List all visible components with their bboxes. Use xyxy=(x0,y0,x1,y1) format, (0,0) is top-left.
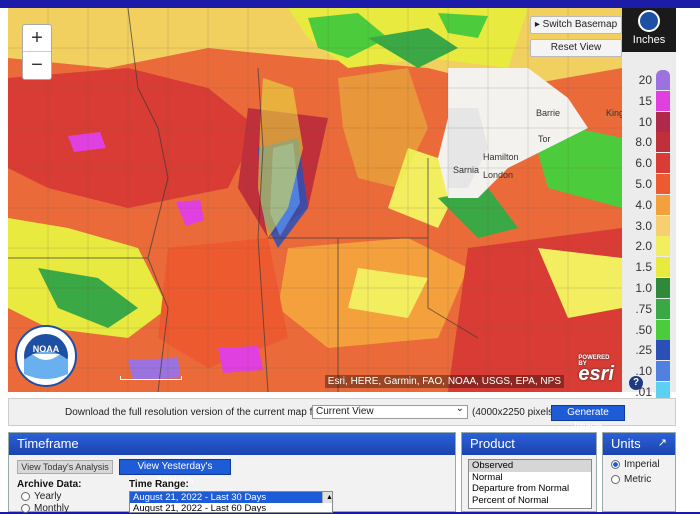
legend-swatch xyxy=(656,298,670,319)
switch-basemap-button[interactable]: ▸ Switch Basemap xyxy=(530,16,622,34)
radio-label: Monthly xyxy=(34,503,70,514)
expand-icon[interactable]: ↗ xyxy=(658,436,667,449)
generate-image-button[interactable]: Generate Image xyxy=(551,405,625,432)
legend-label: 20 xyxy=(638,73,652,87)
legend-scale: 20 15 10 8.0 6.0 5.0 4.0 3.0 2.0 1.5 1.0.75.50.25.… xyxy=(622,52,676,423)
download-pixels: (4000x2250 pixels) xyxy=(472,407,557,418)
download-extent-select[interactable]: Current View xyxy=(312,403,468,419)
radio-icon xyxy=(611,475,620,484)
product-panel: Product Observed Normal Departure from N… xyxy=(461,432,597,512)
legend-label: 1.5 xyxy=(635,260,652,275)
switch-basemap-label: Switch Basemap xyxy=(542,19,618,30)
legend-label: 3.0 xyxy=(635,218,652,233)
place-label: Sarnia xyxy=(453,165,479,175)
legend-label: 10 xyxy=(638,114,652,129)
noaa-logo-text: NOAA xyxy=(33,344,60,354)
legend-swatch xyxy=(656,132,670,153)
legend: Inches 20 15 10 8.0 6.0 5.0 4.0 3.0 2.0 1.5 1.0 .75… xyxy=(622,8,676,423)
product-option[interactable]: Percent of Normal xyxy=(469,495,591,507)
product-list[interactable]: Observed Normal Departure from Normal Pe… xyxy=(468,459,592,509)
noaa-small-logo-icon xyxy=(638,10,660,32)
view-yesterday-button[interactable]: View Yesterday's Analysis xyxy=(119,459,231,486)
timeframe-panel: Timeframe View Today's Analysis View Yes… xyxy=(8,432,456,514)
zoom-in-button[interactable]: + xyxy=(23,25,51,52)
legend-swatch xyxy=(656,257,670,278)
legend-label: 2.0 xyxy=(635,239,652,254)
legend-label: .25 xyxy=(635,343,652,358)
top-banner xyxy=(0,0,700,8)
units-metric-radio[interactable]: Metric xyxy=(611,474,651,485)
zoom-out-button[interactable]: − xyxy=(23,52,51,79)
legend-swatch xyxy=(656,153,670,174)
legend-unit-title: Inches xyxy=(632,34,666,46)
scale-bar xyxy=(120,376,182,380)
scroll-up-icon[interactable]: ▲ xyxy=(326,494,332,501)
legend-swatch xyxy=(656,111,670,132)
archive-monthly-radio[interactable]: Monthly xyxy=(21,503,69,514)
app-window: Barrie King Tor Hamilton London Sarnia +… xyxy=(0,0,700,514)
download-text: Download the full resolution version of … xyxy=(65,407,322,418)
legend-swatch xyxy=(656,70,670,90)
radio-label: Imperial xyxy=(624,459,660,470)
units-title: Units xyxy=(611,436,641,451)
radio-label: Yearly xyxy=(34,491,62,502)
product-option[interactable]: Observed xyxy=(469,460,591,472)
view-today-button[interactable]: View Today's Analysis xyxy=(17,460,113,474)
precipitation-map[interactable]: Barrie King Tor Hamilton London Sarnia +… xyxy=(8,8,622,392)
legend-label: .50 xyxy=(635,322,652,337)
legend-label: .75 xyxy=(635,301,652,316)
map-attribution: Esri, HERE, Garmin, FAO, NOAA, USGS, EPA… xyxy=(324,375,564,388)
legend-swatch xyxy=(656,278,670,298)
radio-label: Metric xyxy=(624,474,652,485)
place-label: London xyxy=(483,170,513,180)
archive-yearly-radio[interactable]: Yearly xyxy=(21,491,61,502)
place-label: Hamilton xyxy=(483,152,519,162)
product-option[interactable]: Normal xyxy=(469,472,591,484)
legend-swatch xyxy=(656,194,670,215)
legend-label: 1.0 xyxy=(635,281,652,295)
legend-swatch xyxy=(656,90,670,111)
legend-header: Inches xyxy=(622,8,676,52)
legend-swatch xyxy=(656,340,670,361)
place-label: Tor xyxy=(538,134,551,144)
units-panel: Units ↗ Imperial Metric xyxy=(602,432,676,512)
archive-label: Archive Data: xyxy=(17,479,82,490)
legend-label: 5.0 xyxy=(635,177,652,191)
time-range-list[interactable]: August 21, 2022 - Last 30 Days August 21… xyxy=(129,491,333,513)
product-title: Product xyxy=(462,433,596,455)
caret-right-icon: ▸ xyxy=(534,19,543,30)
precip-raster: Barrie King Tor Hamilton London Sarnia xyxy=(8,8,622,392)
legend-swatch xyxy=(656,319,670,340)
help-icon[interactable]: ? xyxy=(629,376,643,390)
time-range-option[interactable]: August 21, 2022 - Last 30 Days xyxy=(130,492,332,503)
units-header: Units ↗ xyxy=(603,433,675,455)
place-label: King xyxy=(606,108,622,118)
units-imperial-radio[interactable]: Imperial xyxy=(611,459,660,470)
legend-swatch xyxy=(656,236,670,257)
radio-icon xyxy=(21,492,30,501)
noaa-logo: NOAA xyxy=(14,324,78,388)
legend-label: 4.0 xyxy=(635,197,652,212)
list-scrollbar[interactable]: ▲ xyxy=(322,492,332,503)
time-range-label: Time Range: xyxy=(129,479,189,490)
radio-checked-icon xyxy=(611,460,620,469)
esri-logo: POWERED BY esri xyxy=(578,355,614,386)
place-label: Barrie xyxy=(536,108,560,118)
product-option[interactable]: Departure from Normal xyxy=(469,483,591,495)
legend-swatch xyxy=(656,361,670,382)
legend-label: 6.0 xyxy=(635,156,652,171)
download-bar: Download the full resolution version of … xyxy=(8,398,676,432)
reset-view-button[interactable]: Reset View xyxy=(530,39,622,57)
esri-powered-by: POWERED BY xyxy=(578,355,610,367)
legend-label: 15 xyxy=(638,93,652,108)
legend-swatch xyxy=(656,215,670,236)
zoom-control: + − xyxy=(22,24,52,80)
timeframe-title: Timeframe xyxy=(9,433,455,455)
legend-label: 8.0 xyxy=(635,135,652,150)
legend-swatch xyxy=(656,174,670,194)
